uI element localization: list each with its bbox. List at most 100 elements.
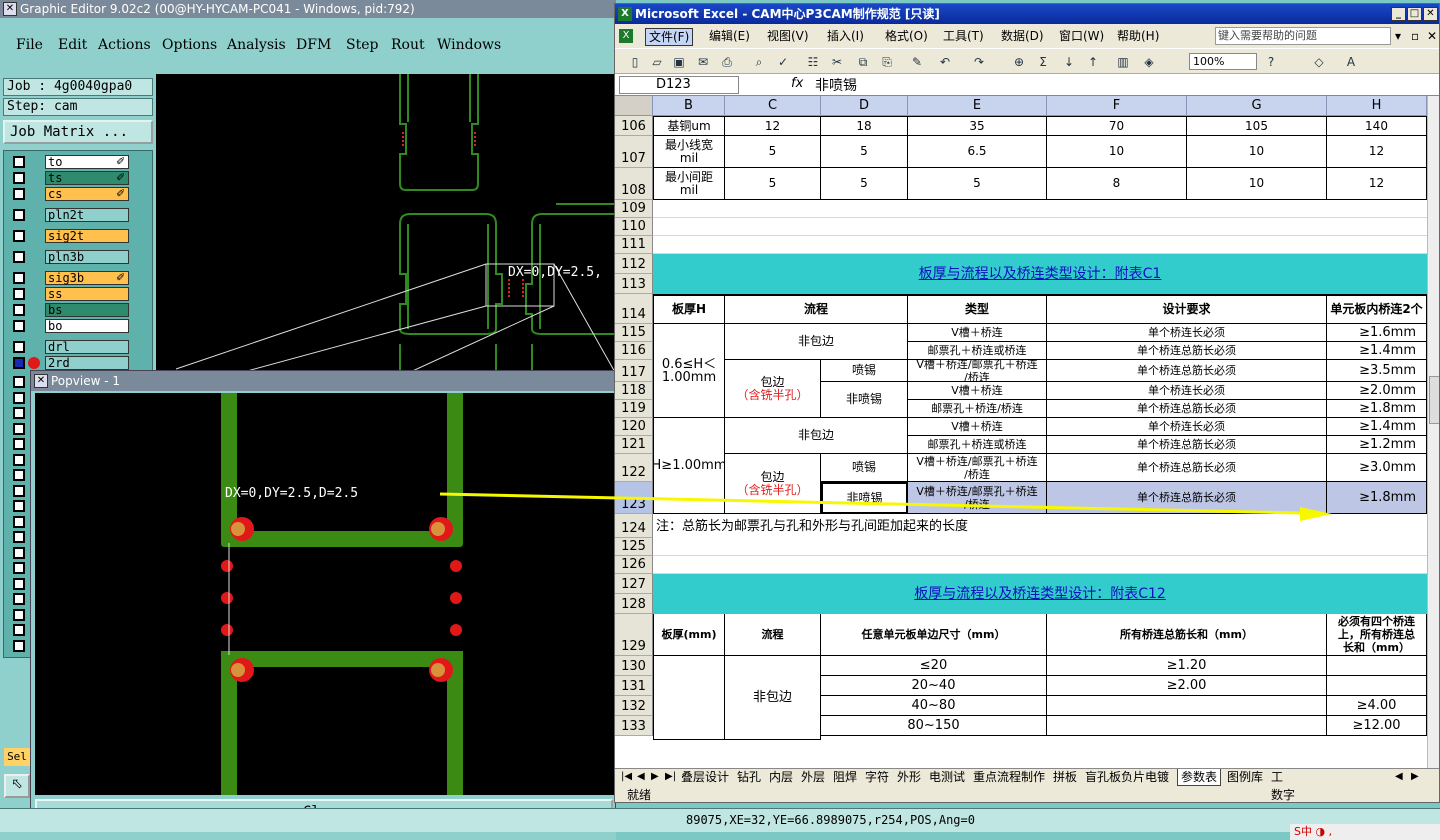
drawing-icon[interactable]: ◈ <box>1141 54 1157 70</box>
open-icon[interactable]: ▱ <box>649 54 665 70</box>
bridge-value[interactable]: ≥1.6mm <box>1327 324 1427 342</box>
row-header-121[interactable]: 121 <box>615 436 653 454</box>
row-header-117[interactable]: 117 <box>615 360 653 382</box>
row-header-128[interactable]: 128 <box>615 594 653 614</box>
bridge-type[interactable]: V槽＋桥连/邮票孔＋桥连 /桥连 <box>908 482 1047 514</box>
autosum-icon[interactable]: Σ <box>1035 54 1051 70</box>
chart-wizard-icon[interactable]: ▥ <box>1115 54 1131 70</box>
layer-checkbox[interactable] <box>13 357 25 369</box>
thickness-range-2[interactable]: H≥1.00mm <box>653 418 725 514</box>
unit-size[interactable]: 20~40 <box>821 676 1047 696</box>
sheet-tab[interactable]: 叠层设计 <box>681 769 729 786</box>
design-requirement[interactable]: 单个桥连总筋长必须 <box>1047 342 1327 360</box>
vertical-scrollbar[interactable] <box>1427 96 1439 768</box>
layer-checkbox[interactable] <box>13 546 25 559</box>
layer-checkbox[interactable] <box>13 562 25 574</box>
layer-checkbox[interactable] <box>13 624 25 636</box>
formula-input[interactable]: 非喷锡 <box>815 75 857 95</box>
bridge-value[interactable]: ≥3.5mm <box>1327 360 1427 382</box>
layer-row-to[interactable]: to ✐ <box>8 155 150 169</box>
layer-checkbox[interactable] <box>13 188 25 200</box>
layer-name[interactable]: ss <box>45 287 129 301</box>
layer-checkbox[interactable] <box>13 531 25 543</box>
sheet-tab[interactable]: 阻焊 <box>833 769 857 786</box>
unit-size[interactable]: ≤20 <box>821 656 1047 676</box>
menu-data-cn[interactable]: 数据(D) <box>1001 28 1044 44</box>
sheet-tab[interactable]: 字符 <box>865 769 889 786</box>
table-c1-title[interactable]: 板厚与流程以及桥连类型设计：附表C1 <box>653 254 1427 294</box>
table-cell[interactable]: 5 <box>908 168 1047 200</box>
layer-row-ts[interactable]: ts ✐ <box>8 171 150 185</box>
fx-icon[interactable]: fx <box>791 76 803 91</box>
tab-prev-icon[interactable]: ◀ <box>637 771 645 782</box>
table-cell[interactable]: 6.5 <box>908 136 1047 168</box>
row-header-118[interactable]: 118 <box>615 382 653 400</box>
graphic-canvas[interactable]: DX=0,DY=2.5, <box>156 74 616 374</box>
layer-checkbox[interactable] <box>13 320 25 332</box>
menu-analysis[interactable]: Analysis <box>227 37 286 53</box>
row-header-113[interactable]: 113 <box>615 274 653 294</box>
name-box[interactable]: D123 <box>619 76 739 94</box>
menu-actions[interactable]: Actions <box>98 37 151 53</box>
design-requirement[interactable]: 单个桥连总筋长必须 <box>1047 400 1327 418</box>
layer-name[interactable]: drl <box>45 340 129 354</box>
row-header-112[interactable]: 112 <box>615 254 653 274</box>
table-cell[interactable]: 70 <box>1047 116 1187 136</box>
table-cell[interactable]: 10 <box>1047 136 1187 168</box>
layer-checkbox[interactable] <box>13 376 25 388</box>
sheet-tab[interactable]: 盲孔板负片电镀 <box>1085 769 1169 786</box>
row-header-119[interactable]: 119 <box>615 400 653 418</box>
layer-checkbox[interactable] <box>13 422 25 435</box>
doc-minimize-icon[interactable]: ▾ <box>1395 28 1401 44</box>
row-header-123[interactable]: 123 <box>615 482 653 514</box>
row-header-130[interactable]: 130 <box>615 656 653 676</box>
flow-no-edge[interactable]: 非包边 <box>725 418 908 454</box>
table-c12-header[interactable]: 任意单元板单边尺寸（mm） <box>821 614 1047 656</box>
font-color-icon[interactable]: A <box>1343 54 1359 70</box>
table-cell[interactable]: 12 <box>1327 136 1427 168</box>
table-cell[interactable]: 35 <box>908 116 1047 136</box>
bridge-type[interactable]: 邮票孔＋桥连或桥连 <box>908 436 1047 454</box>
row-header-116[interactable]: 116 <box>615 342 653 360</box>
design-requirement[interactable]: 单个桥连长必须 <box>1047 418 1327 436</box>
four-bridge-total[interactable]: ≥4.00 <box>1327 696 1427 716</box>
bridge-type[interactable]: V槽＋桥连/邮票孔＋桥连 /桥连 <box>908 360 1047 382</box>
finish-no-spray-selected[interactable]: 非喷锡 <box>821 482 908 514</box>
help-icon[interactable]: ? <box>1263 54 1279 70</box>
column-header-C[interactable]: C <box>725 96 821 116</box>
layer-row-sig2t[interactable]: sig2t <box>8 229 150 243</box>
finish-spray[interactable]: 喷锡 <box>821 454 908 482</box>
tab-last-icon[interactable]: ▶| <box>665 771 676 782</box>
row-header-122[interactable]: 122 <box>615 454 653 482</box>
print-icon[interactable]: ⎙ <box>719 54 735 70</box>
doc-restore-icon[interactable]: ▫ <box>1411 28 1419 44</box>
thickness-empty[interactable] <box>653 656 725 740</box>
layer-checkbox[interactable] <box>13 608 25 621</box>
layer-checkbox[interactable] <box>13 577 25 590</box>
table-cell[interactable]: 最小间距 mil <box>653 168 725 200</box>
layer-checkbox[interactable] <box>13 230 25 242</box>
table-cell[interactable]: 140 <box>1327 116 1427 136</box>
table-c12-header[interactable]: 必须有四个桥连 上，所有桥连总 长和（mm） <box>1327 614 1427 656</box>
menu-dfm[interactable]: DFM <box>296 37 331 53</box>
sort-desc-icon[interactable]: ↑ <box>1085 54 1101 70</box>
layer-row-pln2t[interactable]: pln2t <box>8 208 150 222</box>
bridge-total[interactable] <box>1047 696 1327 716</box>
menu-edit[interactable]: Edit <box>58 37 87 53</box>
finish-no-spray[interactable]: 非喷锡 <box>821 382 908 418</box>
layer-row-sig3b[interactable]: sig3b ✐ <box>8 271 150 285</box>
layer-checkbox[interactable] <box>13 639 25 652</box>
bridge-total[interactable] <box>1047 716 1327 736</box>
menu-format-cn[interactable]: 格式(O) <box>885 28 928 44</box>
maximize-icon[interactable]: □ <box>1407 7 1422 21</box>
menu-window-cn[interactable]: 窗口(W) <box>1059 28 1104 44</box>
table-c12-header[interactable]: 板厚(mm) <box>653 614 725 656</box>
layer-name[interactable]: pln2t <box>45 208 129 222</box>
close-icon[interactable]: ✕ <box>1423 7 1438 21</box>
select-mode-label[interactable]: Sel <box>4 748 30 766</box>
bridge-value[interactable]: ≥1.8mm <box>1327 400 1427 418</box>
unit-size[interactable]: 40~80 <box>821 696 1047 716</box>
layer-row-pln3b[interactable]: pln3b <box>8 250 150 264</box>
layer-checkbox[interactable] <box>13 172 25 184</box>
thickness-range-1[interactable]: 0.6≤H＜ 1.00mm <box>653 324 725 418</box>
